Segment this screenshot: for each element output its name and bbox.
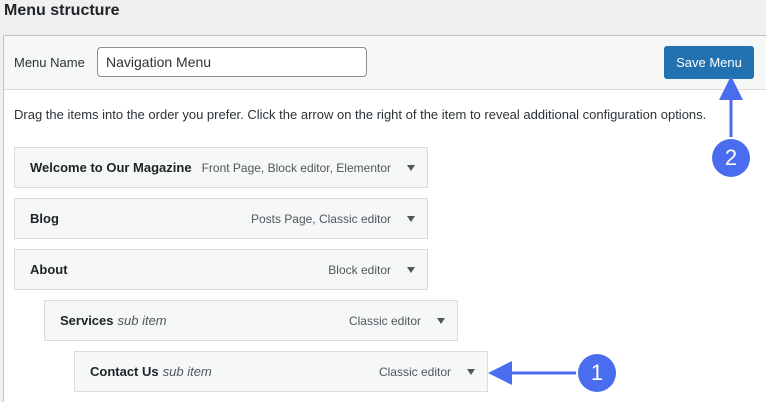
menu-name-input[interactable]: Navigation Menu bbox=[97, 47, 367, 77]
menu-item-title: About bbox=[30, 262, 68, 277]
menu-item-type: Front Page, Block editor, Elementor bbox=[201, 161, 391, 175]
instructions-text: Drag the items into the order you prefer… bbox=[14, 107, 707, 122]
menu-name-label: Menu Name bbox=[14, 55, 85, 70]
sub-item-label: sub item bbox=[162, 364, 212, 379]
menu-item[interactable]: Services sub item Classic editor bbox=[44, 300, 458, 341]
page-title: Menu structure bbox=[4, 2, 120, 19]
menu-item-title: Contact Us sub item bbox=[90, 364, 212, 379]
menu-structure-panel: Menu Name Navigation Menu Save Menu Drag… bbox=[3, 35, 766, 402]
menu-item[interactable]: Welcome to Our Magazine Front Page, Bloc… bbox=[14, 147, 428, 188]
annotation-badge-1: 1 bbox=[578, 354, 616, 392]
menu-item-type: Classic editor bbox=[378, 365, 451, 379]
expand-arrow-icon[interactable] bbox=[437, 318, 445, 324]
menu-item-title: Welcome to Our Magazine bbox=[30, 160, 192, 175]
menu-header: Menu Name Navigation Menu Save Menu bbox=[4, 36, 766, 90]
menu-item-type: Block editor bbox=[328, 263, 391, 277]
menu-item-type: Posts Page, Classic editor bbox=[250, 212, 391, 226]
menu-item-title: Services sub item bbox=[60, 313, 167, 328]
save-menu-button[interactable]: Save Menu bbox=[664, 46, 754, 79]
expand-arrow-icon[interactable] bbox=[407, 216, 415, 222]
menu-item[interactable]: About Block editor bbox=[14, 249, 428, 290]
annotation-badge-2: 2 bbox=[712, 139, 750, 177]
expand-arrow-icon[interactable] bbox=[467, 369, 475, 375]
menu-item-type: Classic editor bbox=[348, 314, 421, 328]
sub-item-label: sub item bbox=[117, 313, 167, 328]
menu-item[interactable]: Blog Posts Page, Classic editor bbox=[14, 198, 428, 239]
expand-arrow-icon[interactable] bbox=[407, 165, 415, 171]
menu-item[interactable]: Contact Us sub item Classic editor bbox=[74, 351, 488, 392]
menu-item-title: Blog bbox=[30, 211, 59, 226]
expand-arrow-icon[interactable] bbox=[407, 267, 415, 273]
